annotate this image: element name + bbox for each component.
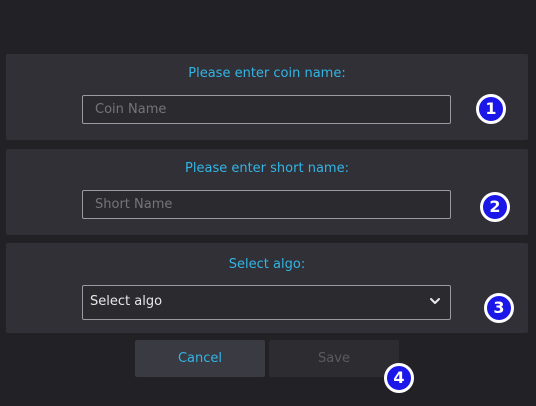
save-button[interactable]: Save (269, 340, 399, 377)
annotation-badge-2: 2 (480, 192, 510, 222)
cancel-button[interactable]: Cancel (135, 340, 265, 377)
short-name-label: Please enter short name: (185, 161, 349, 176)
coin-name-section: Please enter coin name: (6, 54, 528, 140)
annotation-badge-4: 4 (384, 363, 414, 393)
annotation-badge-3: 3 (484, 293, 514, 323)
algo-select-value: Select algo (90, 294, 163, 309)
annotation-badge-1: 1 (476, 94, 506, 124)
chevron-down-icon (430, 298, 440, 304)
algo-label: Select algo: (228, 257, 306, 272)
coin-name-label: Please enter coin name: (188, 66, 346, 81)
short-name-input[interactable] (82, 190, 451, 219)
algo-section: Select algo: Select algo (6, 243, 528, 333)
algo-select[interactable]: Select algo (82, 285, 451, 320)
short-name-section: Please enter short name: (6, 149, 528, 235)
coin-name-input[interactable] (82, 95, 451, 124)
